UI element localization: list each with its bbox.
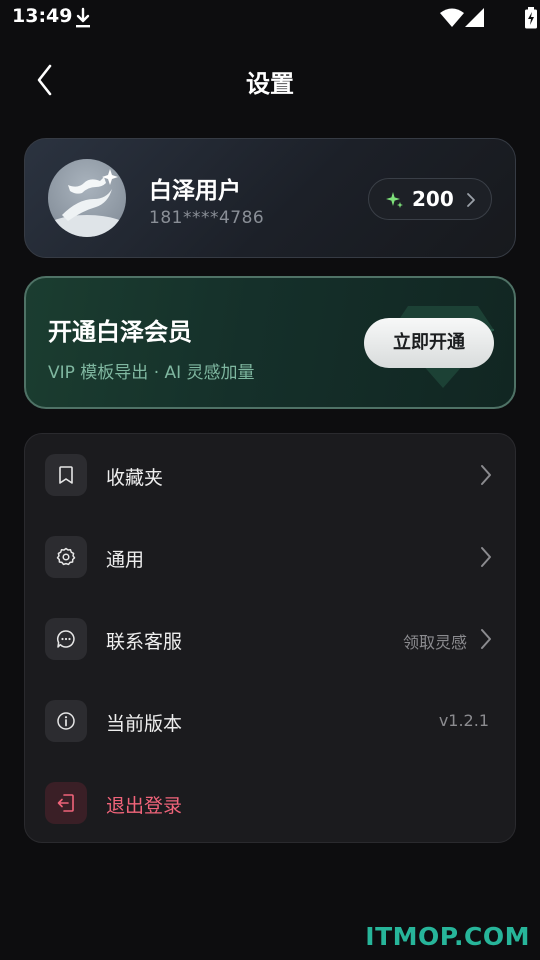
- status-time: 13:49: [12, 5, 73, 27]
- menu-label: 收藏夹: [106, 467, 164, 489]
- menu-label: 通用: [106, 549, 145, 571]
- menu-extra-text: 领取灵感: [402, 633, 467, 652]
- vip-subtitle: VIP 模板导出 · AI 灵感加量: [48, 363, 255, 383]
- points-value: 200: [412, 187, 454, 211]
- wifi-icon: [440, 8, 464, 27]
- user-name: 白泽用户: [149, 178, 241, 204]
- page-title: 设置: [246, 70, 294, 98]
- menu-label: 退出登录: [106, 795, 183, 817]
- menu-label: 联系客服: [106, 631, 183, 653]
- menu-item-general[interactable]: 通用: [25, 516, 517, 598]
- chevron-right-icon: [481, 547, 491, 567]
- menu-item-favorites[interactable]: 收藏夹: [25, 434, 517, 516]
- menu-icon-box: [45, 454, 87, 496]
- profile-card[interactable]: 白泽用户 181****4786 200: [24, 138, 516, 258]
- settings-menu: 收藏夹 通用 联系客服 领取灵感 当前版本 v1.2.1 退出登录: [24, 433, 516, 843]
- version-value: v1.2.1: [438, 711, 489, 730]
- gear-icon: [56, 547, 76, 566]
- chevron-right-icon: [481, 465, 491, 485]
- menu-icon-box: [45, 700, 87, 742]
- vip-open-button[interactable]: 立即开通: [364, 318, 494, 368]
- menu-item-logout[interactable]: 退出登录: [25, 762, 517, 844]
- sparkle-icon: [386, 192, 403, 208]
- menu-icon-box: [45, 782, 87, 824]
- chevron-right-icon: [481, 629, 491, 649]
- chat-icon: [57, 630, 75, 648]
- avatar-logo-icon: [48, 169, 126, 237]
- status-icons: [440, 7, 537, 29]
- logout-icon: [57, 794, 74, 812]
- watermark: ITMOP.COM: [365, 922, 530, 951]
- user-phone: 181****4786: [149, 208, 265, 228]
- bookmark-icon: [59, 466, 73, 484]
- avatar[interactable]: [48, 159, 126, 237]
- vip-title: 开通白泽会员: [48, 318, 192, 346]
- info-icon: [57, 712, 75, 730]
- signal-icon: [465, 8, 484, 27]
- points-button[interactable]: 200: [368, 178, 492, 220]
- vip-card[interactable]: 开通白泽会员 VIP 模板导出 · AI 灵感加量 立即开通: [24, 276, 516, 409]
- nav-bar: 设置: [0, 52, 540, 108]
- chevron-right-icon: [467, 193, 475, 207]
- battery-icon: [525, 7, 537, 29]
- status-bar: 13:49: [0, 0, 540, 36]
- menu-icon-box: [45, 618, 87, 660]
- download-icon: [76, 7, 90, 28]
- menu-item-version[interactable]: 当前版本 v1.2.1: [25, 680, 517, 762]
- menu-item-customer-service[interactable]: 联系客服 领取灵感: [25, 598, 517, 680]
- menu-label: 当前版本: [106, 713, 183, 735]
- menu-icon-box: [45, 536, 87, 578]
